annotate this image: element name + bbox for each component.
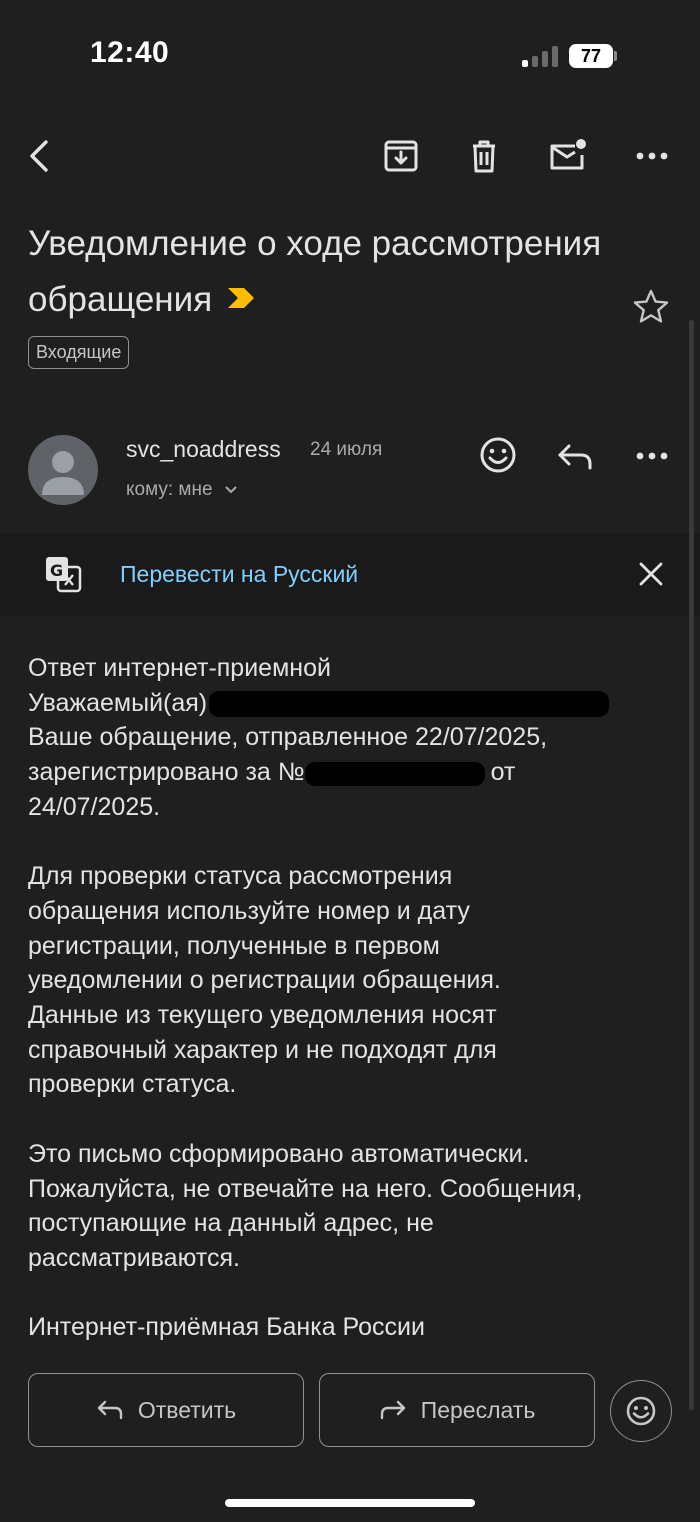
battery-indicator: 77 [569,44,613,68]
close-icon[interactable] [637,560,665,588]
emoji-react-icon[interactable] [478,435,518,475]
smiley-icon [626,1396,656,1426]
email-body: Ответ интернет-приемной Уважаемый(ая) Ваше… [28,651,678,1380]
redacted-number [304,761,485,786]
archive-icon[interactable] [381,136,421,176]
importance-marker-icon[interactable] [226,271,256,327]
scrollbar[interactable] [689,320,694,1410]
mark-unread-icon[interactable] [548,136,588,176]
translate-icon: G [44,555,82,593]
forward-button-label: Переслать [420,1396,536,1423]
body-line: Ваше обращение, отправленное 22/07/2025, [28,723,548,752]
body-paragraph-1: Ответ интернет-приемной Уважаемый(ая) Ваше… [28,651,678,825]
cellular-signal-icon [522,45,558,67]
forward-button[interactable]: Переслать [319,1373,595,1447]
body-line: зарегистрировано за № [28,758,305,787]
body-signature: Интернет-приёмная Банка России [28,1313,425,1342]
email-date: 24 июля [310,439,383,460]
body-paragraph-3: Это письмо сформировано автоматически. П… [28,1139,583,1272]
battery-tip [614,51,617,61]
avatar[interactable] [28,435,98,505]
home-indicator[interactable] [225,1499,475,1507]
body-paragraph-2: Для проверки статуса рассмотрения обраще… [28,862,501,1099]
recipient-text: кому: мне [126,479,213,501]
email-subject: Уведомление о ходе рассмотрения обращени… [28,216,628,328]
star-icon[interactable] [632,288,670,326]
emoji-button[interactable] [610,1380,672,1442]
reply-arrow-icon [97,1400,123,1420]
label-chip-inbox[interactable]: Входящие [28,336,130,369]
svg-text:G: G [50,561,63,580]
body-line: 24/07/2025. [28,792,161,821]
reply-button[interactable]: Ответить [28,1373,304,1447]
status-time: 12:40 [90,36,170,69]
body-line: Уважаемый(ая) [28,688,208,717]
redacted-name [209,691,610,718]
body-line: от [490,758,516,787]
trash-icon[interactable] [464,136,504,176]
reply-icon[interactable] [555,437,595,477]
translate-link[interactable]: Перевести на Русский [120,561,358,588]
reply-button-label: Ответить [137,1396,237,1423]
more-horizontal-icon[interactable] [632,136,672,176]
message-more-icon[interactable] [632,436,672,476]
chevron-down-icon [224,479,238,501]
back-arrow-icon[interactable] [20,136,60,176]
subject-text: Уведомление о ходе рассмотрения обращени… [28,224,602,319]
recipient-details[interactable]: кому: мне [126,479,238,501]
body-line: Ответ интернет-приемной [28,654,331,682]
sender-name[interactable]: svc_noaddress [126,436,281,463]
forward-arrow-icon [380,1400,405,1420]
